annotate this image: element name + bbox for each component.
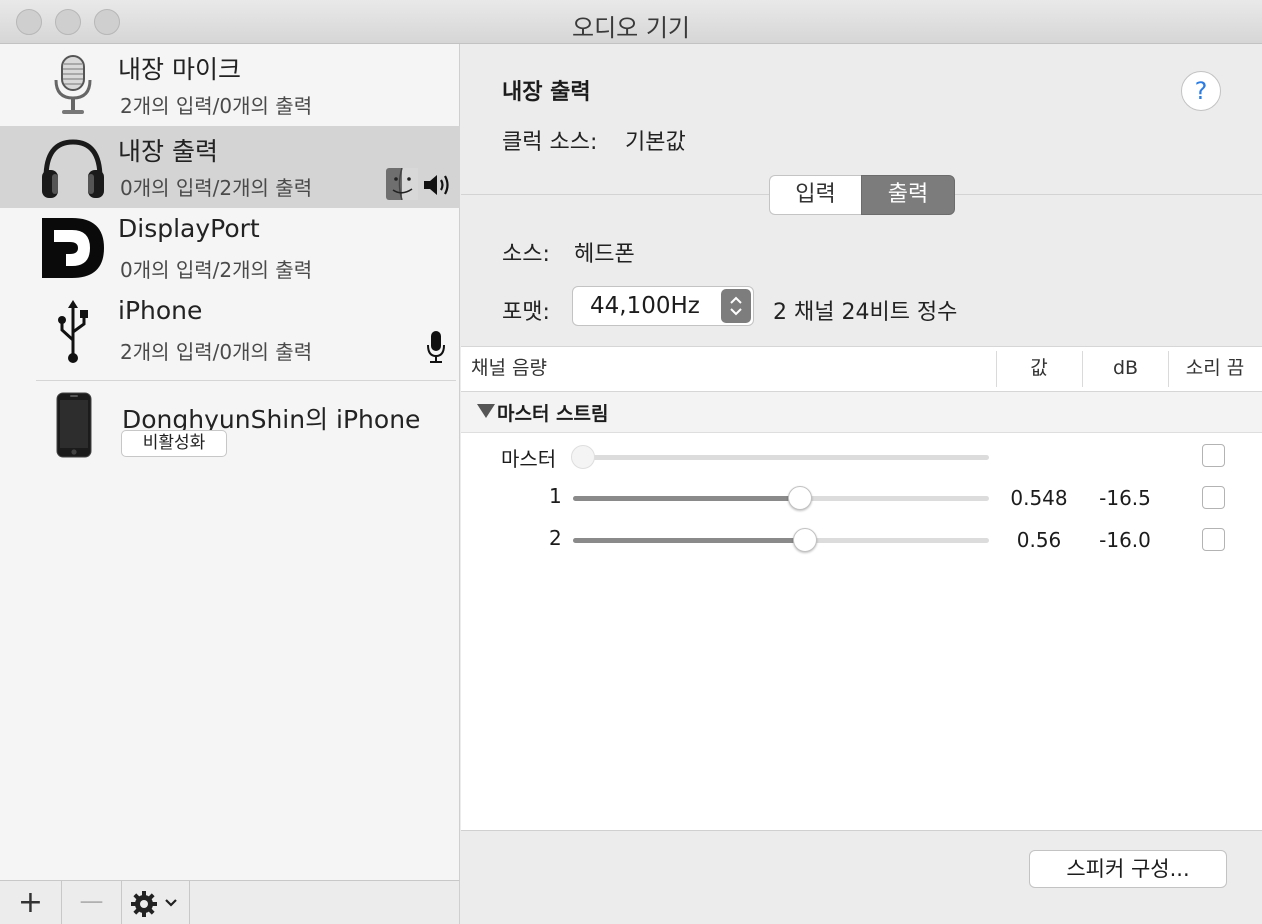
microphone-small-icon bbox=[427, 331, 445, 363]
device-detail-panel: 내장 출력 클럭 소스: 기본값 ? 입력 출력 소스: 헤드폰 포맷: 44,… bbox=[461, 44, 1262, 924]
source-value: 헤드폰 bbox=[574, 242, 635, 267]
clock-source-label: 클럭 소스: bbox=[502, 130, 598, 155]
footer-divider bbox=[461, 830, 1262, 831]
column-header-db[interactable]: dB bbox=[1083, 347, 1168, 391]
device-name: 내장 출력 bbox=[118, 137, 218, 166]
channel-db: -16.0 bbox=[1099, 528, 1151, 552]
channel-label: 1 bbox=[549, 484, 562, 508]
format-stepper[interactable] bbox=[721, 289, 751, 323]
device-title: 내장 출력 bbox=[502, 80, 591, 105]
device-item-connected-iphone[interactable]: DonghyunShin의 iPhone bbox=[0, 382, 460, 472]
finder-icon bbox=[386, 168, 418, 200]
device-item-displayport[interactable]: DisplayPort 0개의 입력/2개의 출력 bbox=[0, 208, 460, 290]
chevron-down-icon bbox=[165, 899, 177, 907]
updown-chevron-icon bbox=[730, 296, 742, 316]
channel-label: 2 bbox=[549, 526, 562, 550]
format-description: 2 채널 24비트 정수 bbox=[773, 300, 958, 325]
channel-value: 0.56 bbox=[1016, 528, 1062, 552]
mute-checkbox[interactable] bbox=[1202, 486, 1225, 509]
minus-icon: — bbox=[79, 887, 104, 915]
disclosure-triangle-icon[interactable] bbox=[477, 404, 495, 418]
deactivate-button[interactable]: 비활성화 bbox=[121, 430, 227, 457]
device-io-count: 2개의 입력/0개의 출력 bbox=[120, 340, 313, 364]
format-label: 포맷: bbox=[502, 300, 550, 325]
device-io-count: 0개의 입력/2개의 출력 bbox=[120, 176, 313, 200]
speaker-icon bbox=[424, 175, 449, 195]
configure-speakers-button[interactable]: 스피커 구성... bbox=[1029, 850, 1227, 888]
mute-checkbox[interactable] bbox=[1202, 444, 1225, 467]
help-button[interactable]: ? bbox=[1181, 71, 1221, 111]
slider-fill bbox=[573, 496, 800, 501]
group-row-master-stream[interactable]: 마스터 스트림 bbox=[461, 392, 1262, 433]
format-select[interactable]: 44,100Hz bbox=[572, 286, 754, 326]
slider-knob[interactable] bbox=[788, 486, 812, 510]
list-separator bbox=[36, 380, 456, 381]
device-list: 내장 마이크 2개의 입력/0개의 출력 내장 출력 0개의 입력/2개의 출력 bbox=[0, 44, 460, 880]
channel-label: 마스터 bbox=[501, 447, 557, 471]
settings-menu-button[interactable] bbox=[122, 881, 190, 924]
device-io-count: 0개의 입력/2개의 출력 bbox=[120, 258, 313, 282]
remove-device-button[interactable]: — bbox=[62, 881, 122, 924]
audio-midi-window: 오디오 기기 내장 마이크 2개의 입력/0개의 출력 내장 출력 0개의 입력… bbox=[0, 0, 1262, 924]
microphone-icon bbox=[54, 55, 92, 114]
sidebar-toolbar: + — bbox=[0, 880, 460, 924]
gear-icon bbox=[131, 891, 157, 917]
device-name: 내장 마이크 bbox=[118, 55, 241, 84]
device-item-iphone-usb[interactable]: iPhone 2개의 입력/0개의 출력 bbox=[0, 290, 460, 372]
tab-input[interactable]: 입력 bbox=[769, 175, 861, 215]
channel-1-volume-slider[interactable] bbox=[573, 486, 989, 510]
master-volume-slider[interactable] bbox=[571, 445, 989, 469]
channel-2-volume-slider[interactable] bbox=[573, 528, 989, 552]
title-bar: 오디오 기기 bbox=[0, 0, 1262, 44]
mute-checkbox[interactable] bbox=[1202, 528, 1225, 551]
slider-knob[interactable] bbox=[793, 528, 817, 552]
channel-value: 0.548 bbox=[1010, 486, 1068, 510]
slider-knob[interactable] bbox=[571, 445, 595, 469]
device-io-count: 2개의 입력/0개의 출력 bbox=[120, 94, 313, 118]
column-header-channel[interactable]: 채널 음량 bbox=[471, 347, 547, 391]
slider-fill bbox=[573, 538, 805, 543]
channel-volume-table: 채널 음량 값 dB 소리 끔 마스터 스트림 마스터 1 0.548 -16.… bbox=[461, 346, 1262, 830]
column-header-mute[interactable]: 소리 끔 bbox=[1169, 347, 1261, 391]
group-label: 마스터 스트림 bbox=[497, 403, 609, 425]
device-item-built-in-output[interactable]: 내장 출력 0개의 입력/2개의 출력 bbox=[0, 126, 460, 208]
plus-icon: + bbox=[17, 885, 44, 920]
usb-icon bbox=[58, 300, 88, 363]
column-header-value[interactable]: 값 bbox=[997, 347, 1081, 391]
device-name: iPhone bbox=[118, 296, 203, 325]
device-item-built-in-mic[interactable]: 내장 마이크 2개의 입력/0개의 출력 bbox=[0, 44, 460, 126]
format-value: 44,100Hz bbox=[590, 293, 700, 319]
iphone-icon bbox=[56, 392, 92, 458]
device-name: DisplayPort bbox=[118, 214, 260, 243]
clock-source-value: 기본값 bbox=[625, 130, 686, 155]
source-label: 소스: bbox=[502, 242, 550, 267]
channel-db: -16.5 bbox=[1099, 486, 1151, 510]
headphones-icon bbox=[42, 139, 104, 198]
displayport-icon bbox=[42, 218, 104, 278]
add-device-button[interactable]: + bbox=[0, 881, 62, 924]
tab-output[interactable]: 출력 bbox=[861, 175, 955, 215]
window-title: 오디오 기기 bbox=[571, 14, 691, 42]
